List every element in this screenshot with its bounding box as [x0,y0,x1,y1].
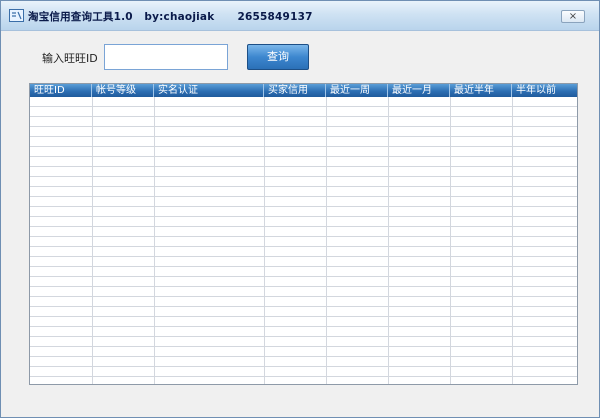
wangwang-id-input[interactable] [104,44,228,70]
column-header-before-half-year[interactable]: 半年以前 [512,84,577,97]
column-divider [450,97,451,384]
column-divider [154,97,155,384]
column-header-last-half-year[interactable]: 最近半年 [450,84,512,97]
table-body[interactable] [30,97,577,384]
main-window: 淘宝信用查询工具1.0 by:chaojiak 2655849137 × 输入旺… [0,0,600,418]
window-title: 淘宝信用查询工具1.0 by:chaojiak 2655849137 [28,11,313,23]
title-bar[interactable]: 淘宝信用查询工具1.0 by:chaojiak 2655849137 × [1,1,599,31]
column-header-wangwang-id[interactable]: 旺旺ID [30,84,92,97]
column-divider [264,97,265,384]
wangwang-id-label: 输入旺旺ID [42,52,98,65]
table-header: 旺旺ID 帐号等级 实名认证 买家信用 最近一周 最近一月 最近半年 半年以前 [30,84,577,97]
close-icon: × [568,11,578,22]
query-button[interactable]: 查询 [247,44,309,70]
column-header-last-week[interactable]: 最近一周 [326,84,388,97]
column-header-real-name[interactable]: 实名认证 [154,84,264,97]
results-table[interactable]: 旺旺ID 帐号等级 实名认证 买家信用 最近一周 最近一月 最近半年 半年以前 [29,83,578,385]
column-header-buyer-credit[interactable]: 买家信用 [264,84,326,97]
close-button[interactable]: × [561,10,585,23]
column-header-last-month[interactable]: 最近一月 [388,84,450,97]
column-divider [92,97,93,384]
column-header-account-level[interactable]: 帐号等级 [92,84,154,97]
column-divider [326,97,327,384]
column-divider [388,97,389,384]
app-icon [9,9,24,22]
column-divider [512,97,513,384]
